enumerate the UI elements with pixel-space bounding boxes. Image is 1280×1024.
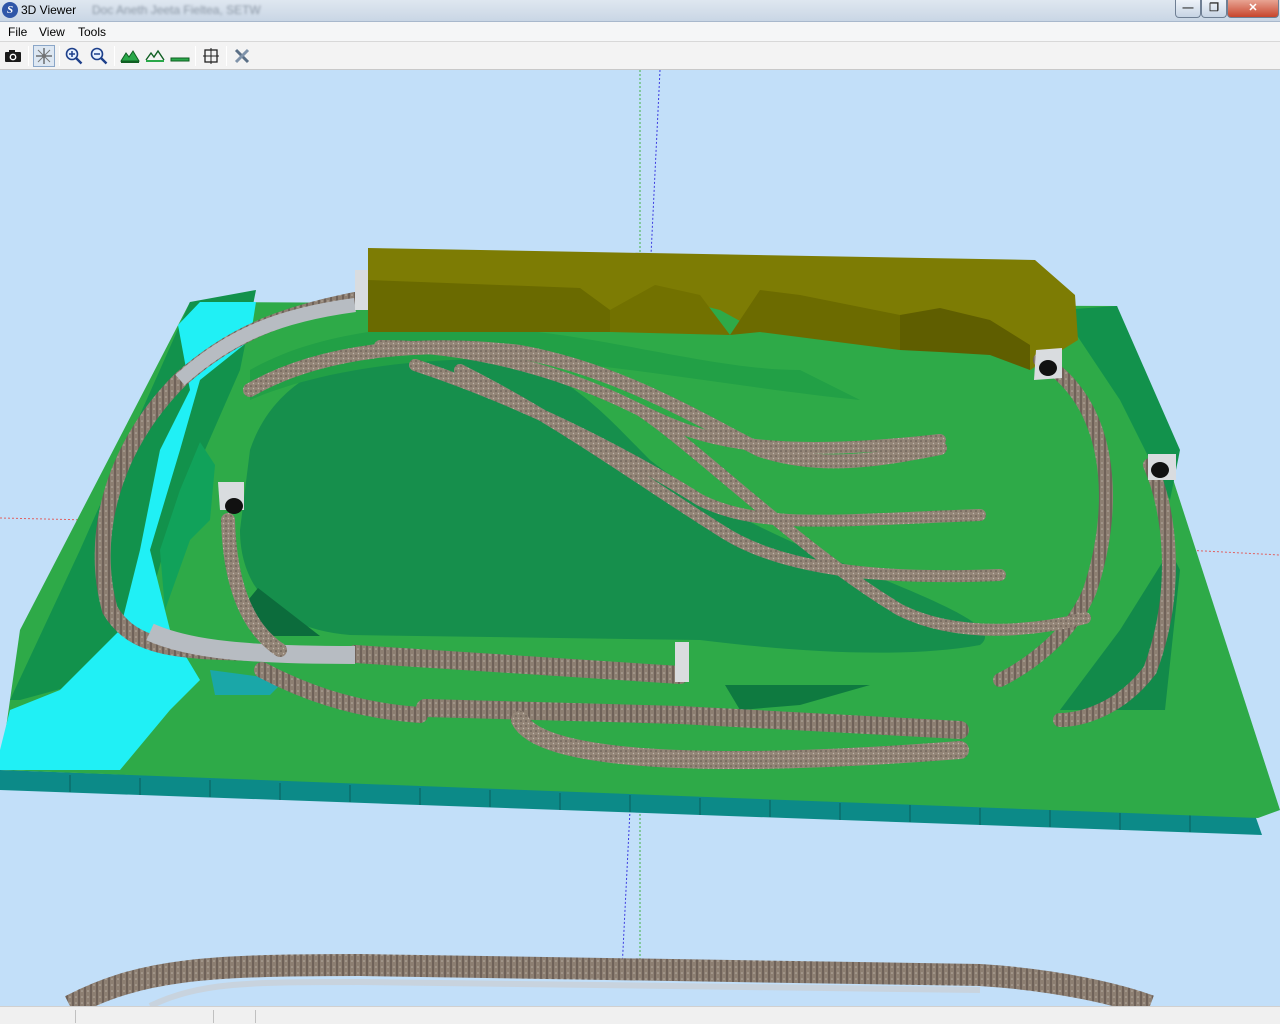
tunnel-portal-left [218, 482, 244, 514]
bridge-pier [675, 642, 689, 682]
title-bar: S 3D Viewer Doc Aneth Jeeta Fieltea, SET… [0, 0, 1280, 22]
status-pane [213, 1010, 214, 1023]
terrain-flat-button[interactable] [169, 45, 191, 67]
select-button[interactable] [33, 45, 55, 67]
x-axis-line [0, 517, 91, 521]
z-axis-line [621, 809, 631, 971]
terrain-high-button[interactable] [119, 45, 141, 67]
menu-view[interactable]: View [39, 25, 65, 39]
menu-file[interactable]: File [8, 25, 27, 39]
fit-view-button[interactable] [200, 45, 222, 67]
tools-close-button[interactable] [231, 45, 253, 67]
camera-button[interactable] [2, 45, 24, 67]
menu-bar: File View Tools [0, 22, 1280, 42]
terrain-flat-icon [170, 57, 190, 62]
status-bar [0, 1006, 1280, 1024]
camera-icon [5, 50, 21, 62]
tunnel-portal-right [1148, 454, 1176, 480]
toolbar-separator [195, 46, 196, 66]
app-logo-icon: S [2, 2, 18, 18]
tunnel-portal-top-right [1034, 348, 1062, 380]
window-file-path: Doc Aneth Jeeta Fieltea, SETW [92, 3, 261, 17]
zoom-in-icon [65, 47, 83, 65]
toolbar-separator [59, 46, 60, 66]
toolbar [0, 42, 1280, 70]
menu-tools[interactable]: Tools [78, 25, 106, 39]
terrain-outline-icon [145, 49, 165, 62]
z-axis-line [650, 70, 661, 256]
fit-view-icon [203, 48, 219, 64]
zoom-in-button[interactable] [63, 45, 85, 67]
toolbar-separator [28, 46, 29, 66]
terrain-high-icon [120, 50, 140, 63]
select-cursor-icon [36, 48, 52, 64]
lower-track-preview [64, 953, 1154, 1006]
hill-face [368, 280, 610, 332]
x-axis-line [1184, 549, 1280, 556]
toolbar-separator [114, 46, 115, 66]
status-pane [255, 1010, 256, 1023]
terrain-outline-button[interactable] [144, 45, 166, 67]
tools-close-icon [234, 48, 250, 64]
close-button[interactable]: ✕ [1227, 0, 1279, 18]
zoom-out-icon [90, 47, 108, 65]
minimize-button[interactable]: — [1175, 0, 1201, 18]
window-title: 3D Viewer [21, 3, 77, 17]
3d-viewport[interactable] [0, 70, 1280, 1006]
status-pane [75, 1010, 76, 1023]
zoom-out-button[interactable] [88, 45, 110, 67]
tunnel-portal-top-left [355, 270, 368, 310]
toolbar-separator [226, 46, 227, 66]
layout-3d-scene[interactable] [0, 70, 1280, 1006]
maximize-button[interactable]: ❐ [1201, 0, 1227, 18]
